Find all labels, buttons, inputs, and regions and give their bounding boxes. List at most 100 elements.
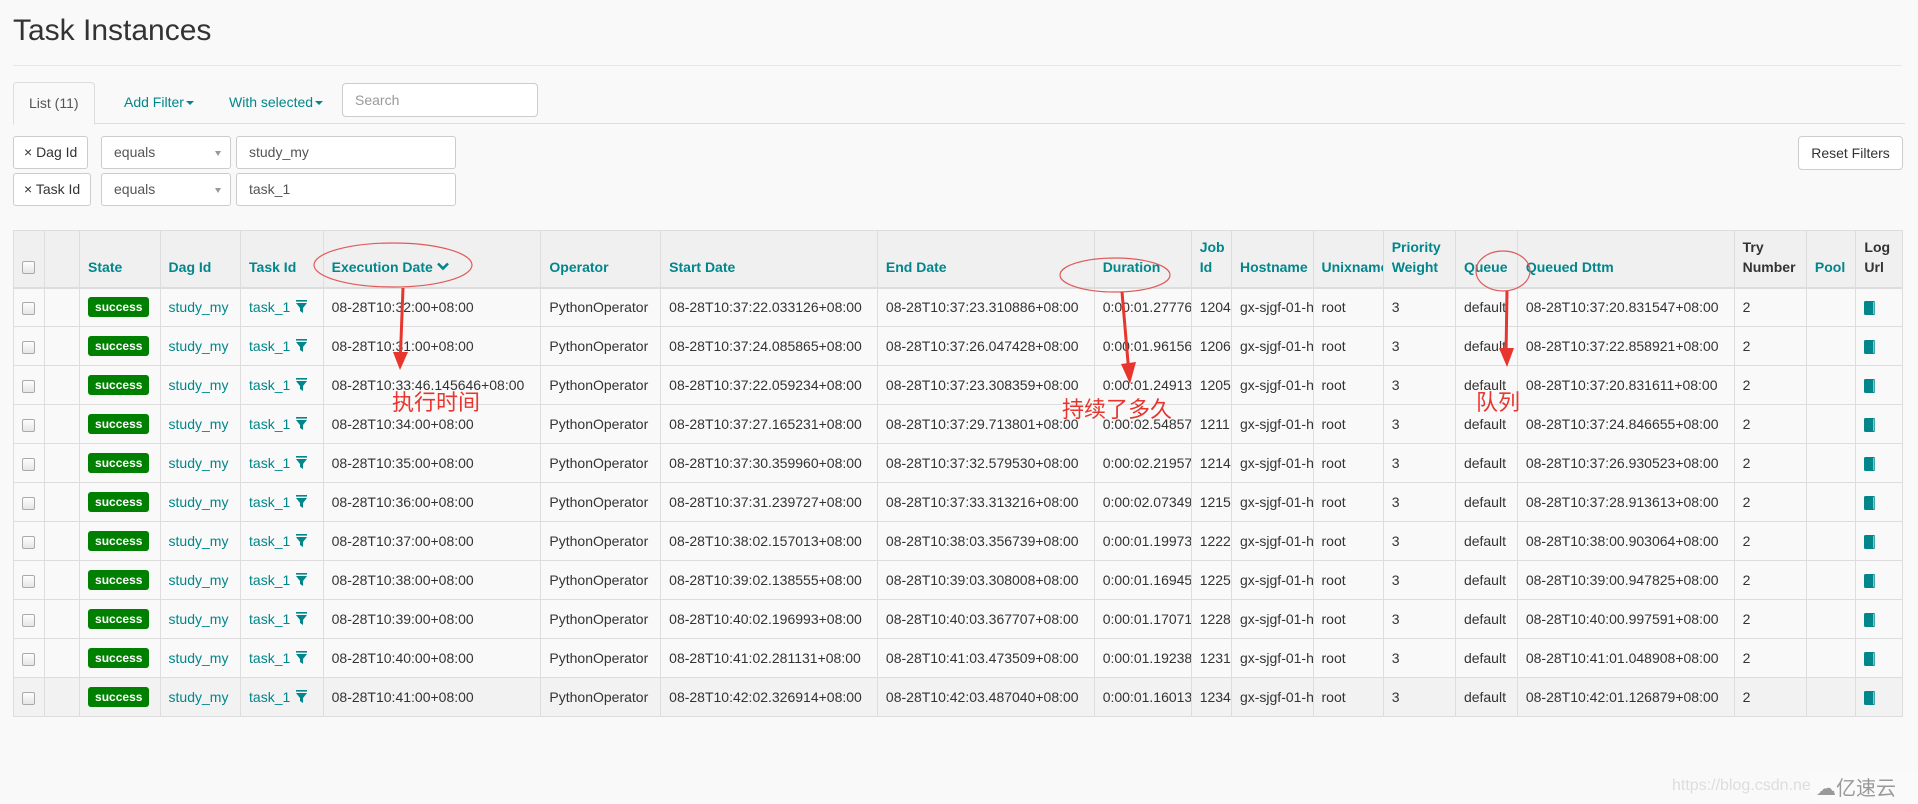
column-header-queued-dttm[interactable]: Queued Dttm bbox=[1516, 230, 1735, 289]
book-icon[interactable] bbox=[1864, 691, 1876, 706]
book-icon[interactable] bbox=[1864, 613, 1876, 628]
dag-id-link[interactable]: study_my bbox=[169, 533, 229, 549]
queue-cell: default bbox=[1454, 287, 1518, 327]
column-header-duration[interactable]: Duration bbox=[1093, 230, 1192, 289]
task-id-link[interactable]: task_1 bbox=[249, 377, 290, 393]
row-checkbox[interactable] bbox=[22, 691, 35, 705]
book-icon[interactable] bbox=[1864, 457, 1876, 472]
task-id-link[interactable]: task_1 bbox=[249, 299, 290, 315]
row-checkbox[interactable] bbox=[22, 613, 35, 627]
filter-icon[interactable] bbox=[296, 612, 308, 625]
column-header-priority-weight[interactable]: Priority Weight bbox=[1382, 230, 1456, 289]
row-checkbox[interactable] bbox=[22, 379, 35, 393]
column-header-start-date[interactable]: Start Date bbox=[660, 230, 878, 289]
task-id-link[interactable]: task_1 bbox=[249, 455, 290, 471]
filter-icon[interactable] bbox=[296, 534, 308, 547]
row-checkbox[interactable] bbox=[22, 652, 35, 666]
task-id-link[interactable]: task_1 bbox=[249, 689, 290, 705]
filter-icon[interactable] bbox=[296, 573, 308, 586]
filter-icon[interactable] bbox=[296, 378, 308, 391]
state-cell: success bbox=[79, 443, 161, 483]
tab-list[interactable]: List (11) bbox=[13, 82, 95, 125]
log-url-cell bbox=[1855, 599, 1903, 639]
with-selected-dropdown[interactable]: With selected bbox=[214, 82, 338, 124]
row-select-cell bbox=[13, 365, 45, 405]
dag-id-link[interactable]: study_my bbox=[169, 650, 229, 666]
book-icon[interactable] bbox=[1864, 535, 1876, 550]
row-checkbox[interactable] bbox=[22, 496, 35, 510]
book-icon[interactable] bbox=[1864, 301, 1876, 316]
dag-id-link[interactable]: study_my bbox=[169, 494, 229, 510]
dag-id-cell: study_my bbox=[159, 287, 242, 327]
filter-icon[interactable] bbox=[296, 417, 308, 430]
row-checkbox[interactable] bbox=[22, 340, 35, 354]
reset-filters-button[interactable]: Reset Filters bbox=[1798, 136, 1903, 170]
book-icon[interactable] bbox=[1864, 379, 1876, 394]
row-checkbox[interactable] bbox=[22, 535, 35, 549]
status-badge: success bbox=[88, 570, 150, 590]
task-id-link[interactable]: task_1 bbox=[249, 494, 290, 510]
watermark-url: https://blog.csdn.ne bbox=[1672, 777, 1811, 794]
book-icon[interactable] bbox=[1864, 652, 1876, 667]
filter-icon[interactable] bbox=[296, 495, 308, 508]
task-id-link[interactable]: task_1 bbox=[249, 416, 290, 432]
column-header-task-id[interactable]: Task Id bbox=[240, 230, 324, 289]
column-header-operator[interactable]: Operator bbox=[540, 230, 662, 289]
dag-id-link[interactable]: study_my bbox=[169, 611, 229, 627]
column-header-unixname[interactable]: Unixname bbox=[1312, 230, 1384, 289]
execution-date-cell: 08-28T10:35:00+08:00 bbox=[322, 443, 542, 483]
filter-operator-value: equals bbox=[114, 181, 156, 197]
filter-value-input[interactable]: study_my bbox=[236, 136, 456, 169]
filter-operator-select[interactable]: equals bbox=[101, 173, 231, 206]
task-id-link[interactable]: task_1 bbox=[249, 650, 290, 666]
book-icon[interactable] bbox=[1864, 340, 1876, 355]
column-header-job-id[interactable]: Job Id bbox=[1190, 230, 1232, 289]
queue-cell: default bbox=[1454, 599, 1518, 639]
select-all-checkbox[interactable] bbox=[22, 261, 35, 275]
search-input[interactable] bbox=[342, 83, 538, 117]
row-actions-cell bbox=[43, 326, 81, 366]
filter-operator-select[interactable]: equals bbox=[101, 136, 231, 169]
book-icon[interactable] bbox=[1864, 574, 1876, 589]
filter-value-input[interactable]: task_1 bbox=[236, 173, 456, 206]
filter-icon[interactable] bbox=[296, 300, 308, 314]
end-date-cell: 08-28T10:42:03.487040+08:00 bbox=[876, 677, 1095, 717]
queued-dttm-cell: 08-28T10:37:24.846655+08:00 bbox=[1516, 404, 1735, 444]
queue-cell: default bbox=[1454, 560, 1518, 600]
dag-id-link[interactable]: study_my bbox=[169, 572, 229, 588]
book-icon[interactable] bbox=[1864, 418, 1876, 433]
row-checkbox[interactable] bbox=[22, 302, 35, 316]
column-header-dag-id[interactable]: Dag Id bbox=[159, 230, 242, 289]
dag-id-link[interactable]: study_my bbox=[169, 455, 229, 471]
dag-id-link[interactable]: study_my bbox=[169, 299, 229, 315]
filter-icon[interactable] bbox=[296, 690, 308, 703]
filter-icon[interactable] bbox=[296, 651, 308, 664]
remove-filter-dag-id-button[interactable]: × Dag Id bbox=[13, 136, 89, 169]
filter-icon[interactable] bbox=[296, 456, 308, 469]
row-checkbox[interactable] bbox=[22, 457, 35, 471]
book-icon[interactable] bbox=[1864, 496, 1876, 511]
task-id-link[interactable]: task_1 bbox=[249, 611, 290, 627]
filter-icon[interactable] bbox=[296, 339, 308, 352]
task-id-link[interactable]: task_1 bbox=[249, 533, 290, 549]
column-header-queue[interactable]: Queue bbox=[1454, 230, 1518, 289]
table-row: success study_my task_1 08-28T10:38:00+0… bbox=[13, 560, 1903, 600]
column-header-hostname[interactable]: Hostname bbox=[1230, 230, 1314, 289]
add-filter-dropdown[interactable]: Add Filter bbox=[109, 82, 209, 124]
dag-id-link[interactable]: study_my bbox=[169, 689, 229, 705]
dag-id-cell: study_my bbox=[159, 404, 242, 444]
dag-id-link[interactable]: study_my bbox=[169, 338, 229, 354]
column-header-state[interactable]: State bbox=[79, 230, 161, 289]
task-id-link[interactable]: task_1 bbox=[249, 338, 290, 354]
column-header-end-date[interactable]: End Date bbox=[876, 230, 1095, 289]
row-checkbox[interactable] bbox=[22, 418, 35, 432]
column-header-pool[interactable]: Pool bbox=[1805, 230, 1857, 289]
column-header-execution-date[interactable]: Execution Date bbox=[322, 230, 542, 289]
dag-id-link[interactable]: study_my bbox=[169, 416, 229, 432]
remove-filter-task-id-button[interactable]: × Task Id bbox=[13, 173, 92, 206]
dag-id-link[interactable]: study_my bbox=[169, 377, 229, 393]
task-id-link[interactable]: task_1 bbox=[249, 572, 290, 588]
job-id-cell: 1214 bbox=[1190, 443, 1232, 483]
page-title: Task Instances bbox=[13, 14, 212, 47]
row-checkbox[interactable] bbox=[22, 574, 35, 588]
